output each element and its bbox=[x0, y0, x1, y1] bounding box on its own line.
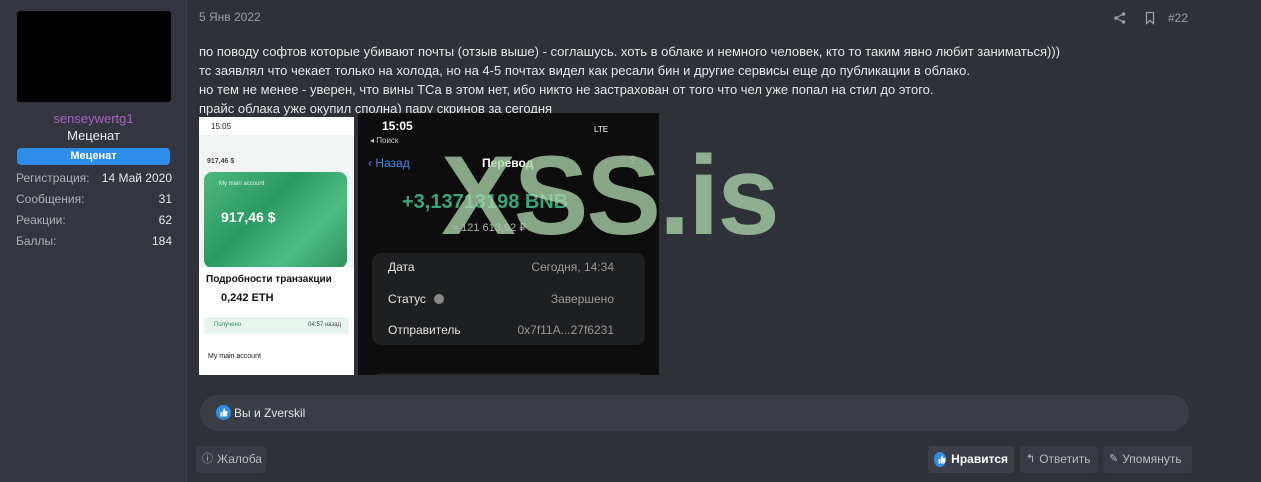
thumbs-up-icon bbox=[934, 452, 947, 467]
message-line: по поводу софтов которые убивают почты (… bbox=[199, 44, 1061, 59]
detail-row: Отправитель bbox=[388, 323, 461, 337]
transaction-row: Получено 04:57 назад bbox=[204, 317, 349, 334]
watermark: XSS.is bbox=[441, 133, 780, 258]
back-link: ‹ Назад bbox=[368, 156, 410, 170]
stat-value: 31 bbox=[158, 192, 172, 206]
stat-label: Регистрация: bbox=[16, 171, 90, 185]
detail-value: Сегодня, 14:34 bbox=[531, 260, 614, 274]
post-date[interactable]: 5 Янв 2022 bbox=[199, 10, 261, 24]
transfer-details: Дата Сегодня, 14:34 Статус Завершено Отп… bbox=[372, 253, 645, 345]
report-label: Жалоба bbox=[217, 452, 262, 466]
stat-messages: Сообщения: 31 bbox=[16, 189, 172, 210]
wallet-amount: 917,46 $ bbox=[221, 209, 276, 225]
phone-balance-label: 917,46 $ bbox=[207, 158, 235, 165]
back-label: Назад bbox=[375, 156, 410, 170]
user-stats: Регистрация: 14 Май 2020 Сообщения: 31 Р… bbox=[16, 168, 172, 252]
reply-icon: ↰ bbox=[1026, 453, 1036, 465]
post-main: 5 Янв 2022 #22 по поводу софтов которые … bbox=[188, 0, 1261, 482]
message-body: по поводу софтов которые убивают почты (… bbox=[199, 42, 1199, 118]
transaction-amount: 0,242 ETH bbox=[221, 292, 274, 304]
alert-icon: ⓘ bbox=[202, 453, 213, 465]
info-icon bbox=[434, 294, 445, 304]
panel-edge bbox=[372, 373, 645, 375]
detail-value: 0x7f11A...27f6231 bbox=[517, 323, 614, 337]
like-label: Нравится bbox=[951, 452, 1008, 466]
transaction-row-time: 04:57 назад bbox=[308, 322, 341, 328]
stat-value: 14 Май 2020 bbox=[101, 171, 172, 185]
bookmark-icon[interactable] bbox=[1143, 11, 1157, 25]
share-icon[interactable] bbox=[1113, 11, 1127, 25]
transaction-title: Подробности транзакции bbox=[206, 274, 332, 285]
phone-time: 15:05 bbox=[199, 117, 354, 135]
reactions-bar[interactable]: Вы и Zverskil bbox=[200, 395, 1189, 431]
detail-key: Отправитель bbox=[388, 323, 461, 337]
detail-key: Статус bbox=[388, 292, 426, 306]
stat-points: Баллы: 184 bbox=[16, 231, 172, 252]
attachment-screenshot-1[interactable]: 15:05 917,46 $ My main account 917,46 $ … bbox=[199, 117, 354, 375]
post-number[interactable]: #22 bbox=[1168, 11, 1188, 25]
stat-label: Сообщения: bbox=[16, 192, 85, 206]
mention-button[interactable]: ✎ Упомянуть bbox=[1103, 446, 1192, 473]
mention-label: Упомянуть bbox=[1122, 452, 1182, 466]
username[interactable]: senseywertg1 bbox=[0, 111, 187, 126]
phone-time: 15:05 bbox=[382, 119, 413, 133]
transaction-row-label: Получено bbox=[214, 322, 242, 328]
reaction-users[interactable]: Вы и Zverskil bbox=[234, 406, 305, 420]
detail-key: Дата bbox=[388, 260, 415, 274]
stat-label: Реакции: bbox=[16, 213, 66, 227]
report-button[interactable]: ⓘ Жалоба bbox=[196, 446, 266, 473]
user-cell: senseywertg1 Меценат Меценат Регистрация… bbox=[0, 0, 187, 482]
wallet-account: My main account bbox=[219, 181, 265, 187]
detail-value: Завершено bbox=[550, 292, 614, 306]
stat-value: 62 bbox=[158, 213, 172, 227]
message-line: прайс облака уже окупил сполна) пару скр… bbox=[199, 101, 553, 116]
reply-label: Ответить bbox=[1039, 452, 1091, 466]
like-button[interactable]: Нравится bbox=[928, 446, 1014, 473]
stat-value: 184 bbox=[151, 234, 172, 248]
avatar[interactable] bbox=[17, 11, 171, 102]
detail-row: Дата bbox=[388, 260, 415, 274]
reply-button[interactable]: ↰ Ответить bbox=[1020, 446, 1098, 473]
user-title: Меценат bbox=[67, 128, 120, 143]
stat-label: Баллы: bbox=[16, 234, 57, 248]
stat-reactions: Реакции: 62 bbox=[16, 210, 172, 231]
user-banner: Меценат bbox=[17, 148, 170, 165]
stat-registration: Регистрация: 14 Май 2020 bbox=[16, 168, 172, 189]
forum-post: senseywertg1 Меценат Меценат Регистрация… bbox=[0, 0, 1261, 482]
mention-icon: ✎ bbox=[1109, 453, 1119, 465]
message-line: тс заявлял что чекает только на холода, … bbox=[199, 63, 970, 78]
transaction-account: My main account bbox=[208, 353, 261, 360]
message-line: но тем не менее - уверен, что вины ТСа в… bbox=[199, 82, 934, 97]
phone-search: ◂ Поиск bbox=[370, 136, 399, 145]
detail-row: Статус bbox=[388, 292, 445, 306]
thumbs-up-icon bbox=[216, 405, 231, 420]
